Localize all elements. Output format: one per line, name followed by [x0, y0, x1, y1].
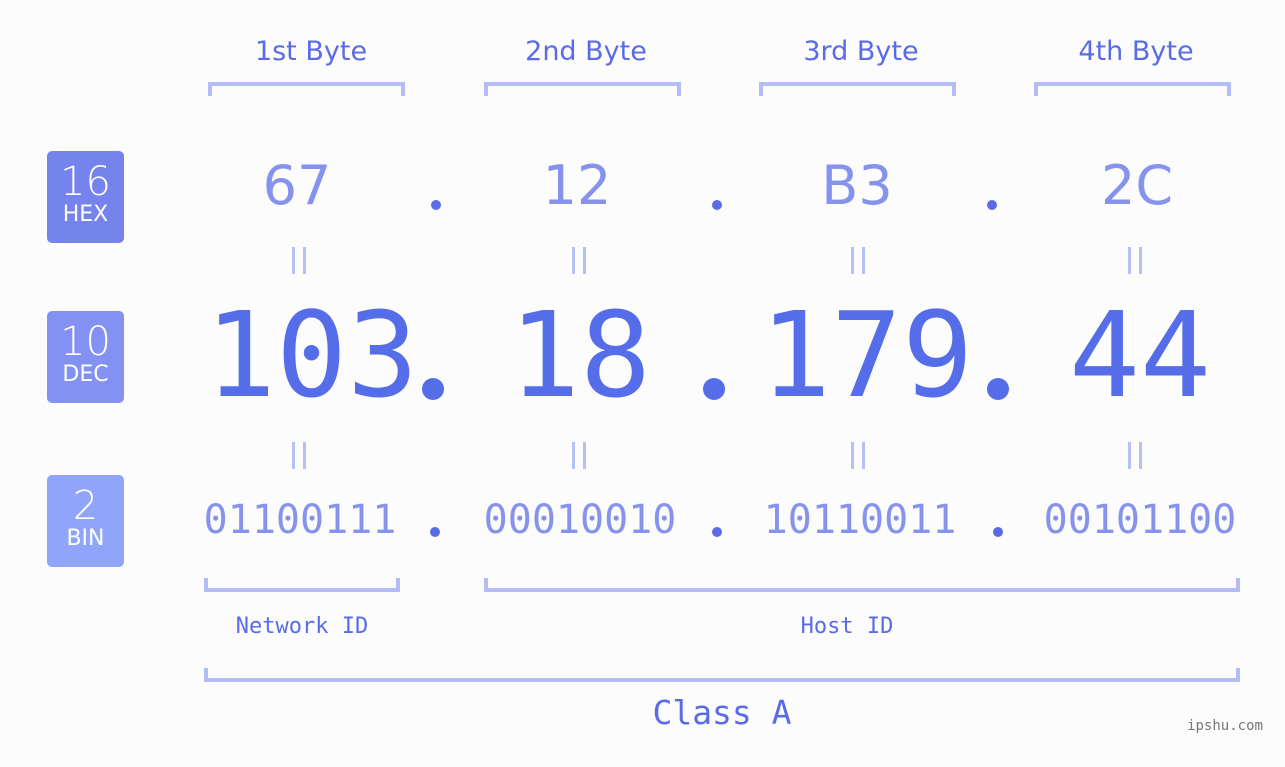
dec-label: DEC: [62, 362, 109, 387]
host-id-label: Host ID: [800, 614, 894, 639]
network-id-bracket: [204, 578, 400, 592]
class-bracket: [204, 668, 1240, 682]
hex-byte-4: 2C: [1100, 154, 1174, 217]
bin-label: BIN: [66, 526, 105, 551]
byte-bracket-3: [759, 82, 956, 96]
equals-icon: [851, 247, 865, 274]
hex-separator-dot: [431, 200, 441, 210]
equals-icon: [292, 247, 306, 274]
hex-separator-dot: [987, 200, 997, 210]
equals-icon: [572, 442, 586, 469]
bin-separator-dot: [712, 527, 722, 537]
dec-byte-3: 179: [760, 286, 974, 424]
hex-byte-2: 12: [542, 154, 612, 217]
dec-separator-dot: [703, 378, 725, 400]
bin-separator-dot: [430, 527, 440, 537]
host-id-bracket: [484, 578, 1240, 592]
equals-icon: [292, 442, 306, 469]
byte-bracket-1: [208, 82, 405, 96]
byte-bracket-2: [484, 82, 681, 96]
bin-byte-4: 00101100: [1043, 497, 1237, 543]
dec-separator-dot: [422, 378, 444, 400]
equals-icon: [1128, 247, 1142, 274]
dec-separator-dot: [987, 378, 1009, 400]
hex-badge: 16 HEX: [47, 151, 124, 243]
bin-byte-1: 01100111: [203, 497, 397, 543]
byte-header-1: 1st Byte: [254, 36, 368, 67]
dec-byte-1: 103: [205, 286, 419, 424]
hex-label: HEX: [62, 202, 109, 227]
equals-icon: [572, 247, 586, 274]
dec-base: 10: [60, 319, 111, 365]
byte-header-2: 2nd Byte: [525, 36, 647, 67]
dec-badge: 10 DEC: [47, 311, 124, 403]
byte-bracket-4: [1034, 82, 1231, 96]
hex-separator-dot: [712, 200, 722, 210]
hex-base: 16: [60, 159, 111, 205]
watermark: ipshu.com: [1187, 718, 1263, 734]
bin-byte-3: 10110011: [763, 497, 957, 543]
bin-separator-dot: [993, 527, 1003, 537]
equals-icon: [1128, 442, 1142, 469]
bin-badge: 2 BIN: [47, 475, 124, 567]
ip-class-label: Class A: [652, 693, 792, 732]
network-id-label: Network ID: [235, 614, 369, 639]
bin-base: 2: [72, 483, 99, 529]
dec-byte-2: 18: [508, 286, 652, 424]
hex-byte-3: B3: [821, 154, 893, 217]
byte-header-3: 3rd Byte: [803, 36, 919, 67]
dec-byte-4: 44: [1068, 286, 1212, 424]
bin-byte-2: 00010010: [483, 497, 677, 543]
byte-header-4: 4th Byte: [1078, 36, 1194, 67]
equals-icon: [851, 442, 865, 469]
hex-byte-1: 67: [262, 154, 332, 217]
